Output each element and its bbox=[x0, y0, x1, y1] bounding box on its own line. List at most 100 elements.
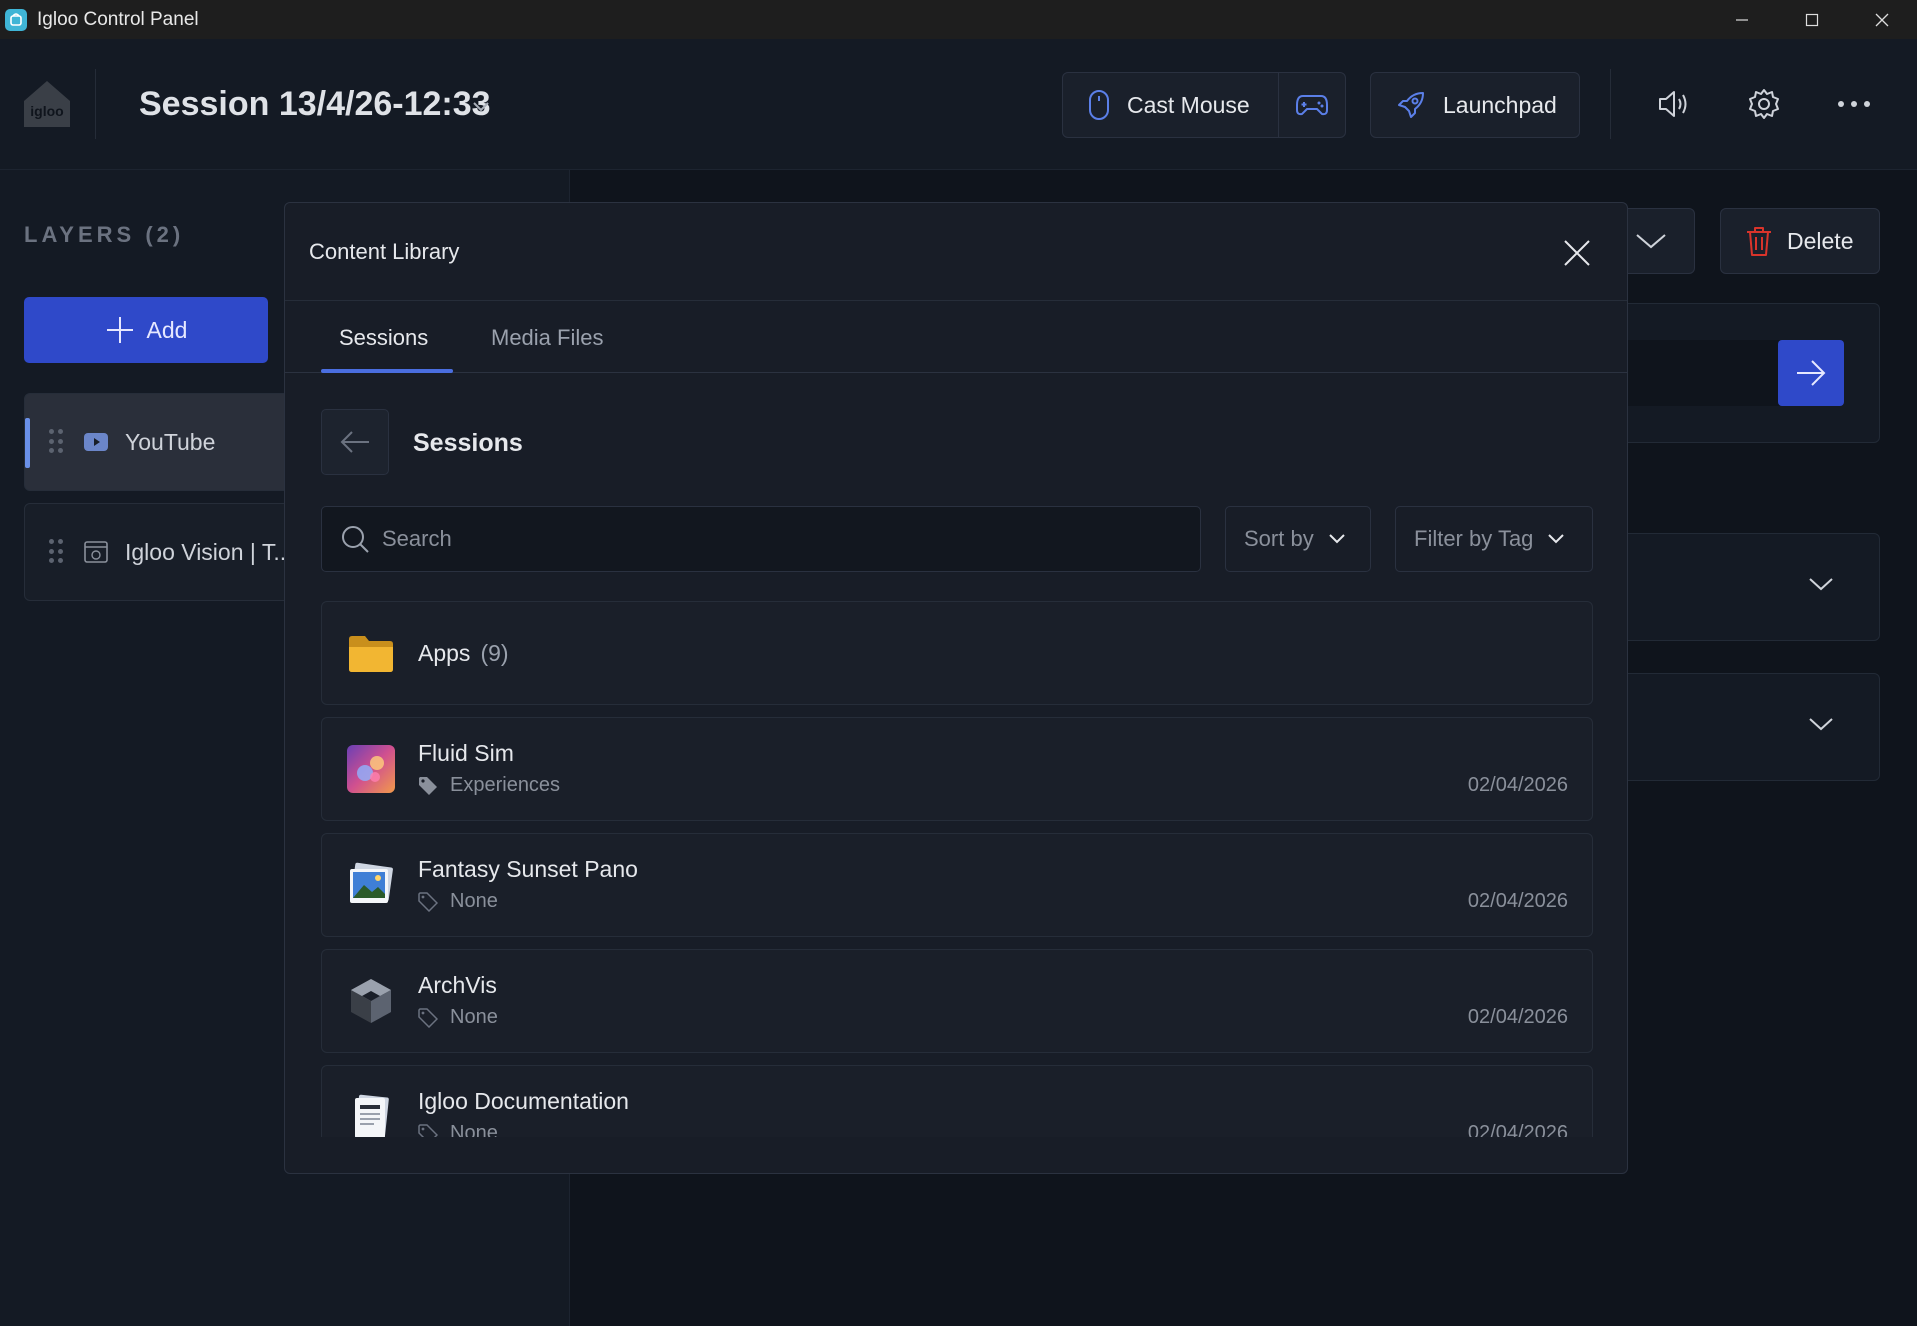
session-name: Igloo Documentation bbox=[418, 1088, 629, 1114]
section-title: Sessions bbox=[413, 429, 523, 457]
igloo-logo[interactable]: igloo bbox=[22, 79, 72, 129]
filter-label: Filter by Tag bbox=[1414, 526, 1534, 551]
document-icon bbox=[346, 1092, 396, 1137]
chevron-down-icon bbox=[1548, 534, 1565, 544]
mouse-icon bbox=[1089, 90, 1109, 120]
add-layer-button[interactable]: Add bbox=[24, 297, 268, 363]
content-library-modal: Content Library Sessions Media Files Ses… bbox=[284, 202, 1628, 1174]
search-icon bbox=[342, 526, 369, 553]
add-label: Add bbox=[146, 316, 188, 343]
maximize-icon bbox=[1805, 13, 1819, 26]
active-indicator bbox=[25, 418, 30, 468]
web-icon bbox=[83, 541, 109, 563]
header-divider bbox=[1610, 69, 1611, 139]
session-tag-label: None bbox=[450, 1122, 498, 1137]
minimize-button[interactable] bbox=[1707, 0, 1777, 39]
cast-mouse-label: Cast Mouse bbox=[1127, 91, 1250, 118]
close-icon bbox=[1564, 240, 1590, 266]
volume-icon bbox=[1659, 91, 1687, 117]
rocket-icon bbox=[1398, 92, 1424, 118]
gamepad-icon bbox=[1296, 95, 1328, 116]
chevron-down-icon bbox=[1636, 234, 1666, 249]
session-title[interactable]: Session 13/4/26-12:33 bbox=[139, 85, 491, 124]
modal-tabs: Sessions Media Files bbox=[285, 301, 1627, 373]
gamepad-button[interactable] bbox=[1279, 73, 1345, 137]
delete-label: Delete bbox=[1787, 227, 1854, 254]
session-date: 02/04/2026 bbox=[1467, 890, 1568, 912]
window-titlebar: Igloo Control Panel bbox=[0, 0, 1917, 39]
tag-filled-icon bbox=[419, 776, 437, 795]
tab-media-files[interactable]: Media Files bbox=[491, 325, 603, 351]
launchpad-button[interactable]: Launchpad bbox=[1370, 72, 1580, 138]
plus-icon bbox=[106, 317, 133, 343]
session-tag: Experiences bbox=[418, 774, 560, 797]
modal-title: Content Library bbox=[309, 239, 460, 264]
search-input[interactable] bbox=[382, 526, 1162, 552]
app-icon bbox=[5, 8, 27, 31]
app-header: igloo Session 13/4/26-12:33 Cast Mouse L… bbox=[0, 39, 1917, 170]
arrow-left-icon bbox=[340, 431, 369, 453]
session-name: ArchVis bbox=[418, 972, 497, 998]
minimize-icon bbox=[1736, 18, 1748, 21]
settings-icon bbox=[1749, 89, 1779, 119]
session-tag: None bbox=[418, 890, 498, 913]
session-row[interactable]: Fantasy Sunset Pano None 02/04/2026 bbox=[321, 833, 1593, 937]
session-name: Fantasy Sunset Pano bbox=[418, 856, 638, 882]
settings-button[interactable] bbox=[1744, 84, 1784, 124]
tag-outline-icon bbox=[418, 1007, 438, 1028]
layers-title: LAYERS (2) bbox=[24, 222, 185, 247]
folder-count: (9) bbox=[480, 640, 509, 666]
arrow-right-icon bbox=[1797, 360, 1826, 386]
session-tag-label: Experiences bbox=[450, 774, 561, 796]
cast-controls: Cast Mouse bbox=[1062, 72, 1346, 138]
more-button[interactable] bbox=[1834, 84, 1874, 124]
tag-outline-icon bbox=[418, 891, 438, 912]
window-title: Igloo Control Panel bbox=[37, 8, 199, 30]
folder-row[interactable]: Apps (9) bbox=[321, 601, 1593, 705]
layer-label: Igloo Vision | T... bbox=[125, 538, 293, 565]
trash-icon bbox=[1747, 227, 1771, 256]
folder-name: Apps (9) bbox=[418, 640, 509, 667]
back-button[interactable] bbox=[321, 409, 389, 475]
go-button[interactable] bbox=[1778, 340, 1844, 406]
chevron-down-icon bbox=[1809, 718, 1833, 731]
active-tab-indicator bbox=[321, 369, 453, 373]
header-divider bbox=[95, 69, 96, 139]
session-tag: None bbox=[418, 1122, 498, 1137]
session-row[interactable]: Igloo Documentation None 02/04/2026 bbox=[321, 1065, 1593, 1137]
maximize-button[interactable] bbox=[1777, 0, 1847, 39]
folder-label: Apps bbox=[418, 640, 471, 666]
session-date: 02/04/2026 bbox=[1467, 774, 1568, 796]
modal-header: Content Library bbox=[285, 203, 1627, 301]
drag-handle-icon[interactable] bbox=[49, 539, 63, 565]
drag-handle-icon[interactable] bbox=[49, 429, 63, 455]
image-icon bbox=[346, 860, 396, 910]
svg-text:igloo: igloo bbox=[30, 103, 63, 119]
chevron-down-icon bbox=[1809, 578, 1833, 591]
session-tag-label: None bbox=[450, 1006, 498, 1028]
session-name: Fluid Sim bbox=[418, 740, 514, 766]
unity-cube-icon bbox=[346, 976, 396, 1026]
sessions-list: Apps (9) Fluid Sim Experiences 02/04/2026… bbox=[321, 601, 1593, 1137]
sort-by-dropdown[interactable]: Sort by bbox=[1225, 506, 1371, 572]
youtube-icon bbox=[83, 431, 109, 453]
tab-sessions[interactable]: Sessions bbox=[339, 325, 428, 351]
tag-outline-icon bbox=[418, 1123, 438, 1137]
session-tag-label: None bbox=[450, 890, 498, 912]
search-field[interactable] bbox=[321, 506, 1201, 572]
more-icon bbox=[1838, 101, 1870, 107]
session-date: 02/04/2026 bbox=[1467, 1122, 1568, 1137]
delete-button[interactable]: Delete bbox=[1720, 208, 1880, 274]
session-row[interactable]: Fluid Sim Experiences 02/04/2026 bbox=[321, 717, 1593, 821]
session-date: 02/04/2026 bbox=[1467, 1006, 1568, 1028]
session-row[interactable]: ArchVis None 02/04/2026 bbox=[321, 949, 1593, 1053]
cast-mouse-button[interactable]: Cast Mouse bbox=[1063, 73, 1279, 137]
sort-label: Sort by bbox=[1244, 526, 1314, 551]
launchpad-label: Launchpad bbox=[1443, 91, 1557, 118]
modal-close-button[interactable] bbox=[1561, 237, 1593, 269]
volume-button[interactable] bbox=[1654, 84, 1694, 124]
filter-by-tag-dropdown[interactable]: Filter by Tag bbox=[1395, 506, 1593, 572]
close-window-button[interactable] bbox=[1847, 0, 1917, 39]
folder-icon bbox=[346, 629, 396, 679]
chevron-down-icon[interactable] bbox=[470, 95, 492, 122]
